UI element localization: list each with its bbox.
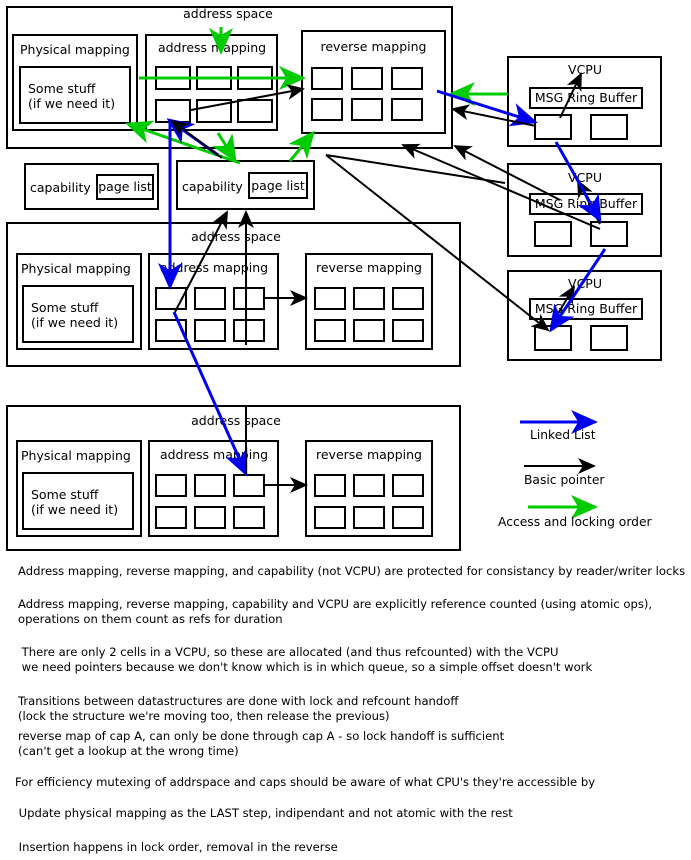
reverse-mapping-1-cell [391, 98, 423, 121]
reverse-mapping-1-cell [351, 67, 383, 90]
vcpu-3-label: VCPU [568, 276, 602, 291]
address-mapping-3-cell [233, 506, 265, 529]
physical-mapping-3-label: Physical mapping [21, 448, 131, 463]
diagram-canvas: address space Physical mapping Some stuf… [0, 0, 691, 860]
capability-right-page-list-label: page list [251, 178, 305, 193]
reverse-mapping-1-label: reverse mapping [320, 39, 427, 54]
reverse-mapping-3-cell [314, 506, 346, 529]
address-space-3-label: address space [191, 413, 281, 428]
reverse-mapping-2-cell [353, 287, 385, 310]
reverse-mapping-3-cell [392, 474, 424, 497]
address-mapping-3-cell [155, 474, 187, 497]
vcpu-2-cell [534, 221, 572, 247]
physical-mapping-1-inner-text: Some stuff (if we need it) [28, 81, 116, 111]
vcpu-2-cell [590, 221, 628, 247]
note-3: Transitions between datastructures are d… [18, 694, 459, 723]
address-mapping-3-cell [194, 506, 226, 529]
address-space-1-label: address space [183, 6, 273, 21]
reverse-mapping-1-cell [311, 98, 343, 121]
vcpu-2-ring-buffer-label: MSG Ring Buffer [534, 196, 638, 211]
physical-mapping-1-label: Physical mapping [20, 42, 130, 57]
legend-basic-pointer-label: Basic pointer [524, 473, 605, 487]
address-mapping-1-cell [155, 99, 191, 123]
address-mapping-3-cell [194, 474, 226, 497]
physical-mapping-2-label: Physical mapping [21, 261, 131, 276]
address-mapping-2-cell [194, 287, 226, 310]
address-mapping-2-cell [233, 287, 265, 310]
reverse-mapping-1-cell [351, 98, 383, 121]
capability-right-label: capability [182, 179, 243, 194]
reverse-mapping-3-label: reverse mapping [316, 447, 422, 462]
address-space-2-label: address space [191, 229, 281, 244]
vcpu-3-cell [590, 325, 628, 351]
vcpu-1-cell [534, 114, 572, 140]
legend-linked-list-label: Linked List [530, 428, 596, 442]
legend-access-locking-order-label: Access and locking order [498, 515, 652, 529]
note-7: Insertion happens in lock order, removal… [15, 840, 338, 854]
address-mapping-1-cell [237, 66, 273, 90]
reverse-mapping-2-cell [314, 319, 346, 342]
address-mapping-3-cell [233, 474, 265, 497]
vcpu-1-label: VCPU [568, 62, 602, 77]
reverse-mapping-3-cell [314, 474, 346, 497]
reverse-mapping-1-cell [391, 67, 423, 90]
capability-left-label: capability [30, 180, 91, 195]
physical-mapping-3-inner-text: Some stuff (if we need it) [31, 487, 119, 517]
reverse-mapping-2-cell [353, 319, 385, 342]
address-mapping-1-label: address mapping [157, 40, 267, 55]
reverse-mapping-2-cell [392, 287, 424, 310]
note-6: Update physical mapping as the LAST step… [15, 806, 513, 820]
reverse-mapping-3-cell [353, 506, 385, 529]
address-mapping-3-cell [155, 506, 187, 529]
address-mapping-2-cell [155, 287, 187, 310]
address-mapping-3-label: address mapping [159, 447, 269, 462]
note-4: reverse map of cap A, can only be done t… [18, 729, 505, 758]
address-mapping-1-cell [237, 99, 273, 123]
arrow-vcpu-region-to-capright-black [325, 154, 506, 184]
address-mapping-2-cell [155, 319, 187, 342]
vcpu-2-label: VCPU [568, 170, 602, 185]
reverse-mapping-3-cell [392, 506, 424, 529]
vcpu-1-ring-buffer-label: MSG Ring Buffer [534, 90, 638, 105]
address-mapping-2-label: address mapping [159, 260, 269, 275]
note-5: For efficiency mutexing of addrspace and… [15, 775, 596, 789]
physical-mapping-2-inner-text: Some stuff (if we need it) [31, 300, 119, 330]
note-1: Address mapping, reverse mapping, capabi… [18, 597, 653, 626]
address-mapping-1-cell [196, 99, 232, 123]
address-mapping-1-cell [196, 66, 232, 90]
note-0: Address mapping, reverse mapping, and ca… [18, 564, 686, 578]
reverse-mapping-3-cell [353, 474, 385, 497]
reverse-mapping-2-cell [392, 319, 424, 342]
note-2: There are only 2 cells in a VCPU, so the… [21, 645, 593, 674]
address-mapping-2-cell [233, 319, 265, 342]
vcpu-3-ring-buffer-label: MSG Ring Buffer [534, 301, 638, 316]
address-mapping-1-cell [155, 66, 191, 90]
vcpu-3-cell [534, 325, 572, 351]
reverse-mapping-2-cell [314, 287, 346, 310]
reverse-mapping-1-cell [311, 67, 343, 90]
address-mapping-2-cell [194, 319, 226, 342]
reverse-mapping-2-label: reverse mapping [316, 260, 422, 275]
capability-left-page-list-label: page list [98, 179, 152, 194]
vcpu-1-cell [590, 114, 628, 140]
